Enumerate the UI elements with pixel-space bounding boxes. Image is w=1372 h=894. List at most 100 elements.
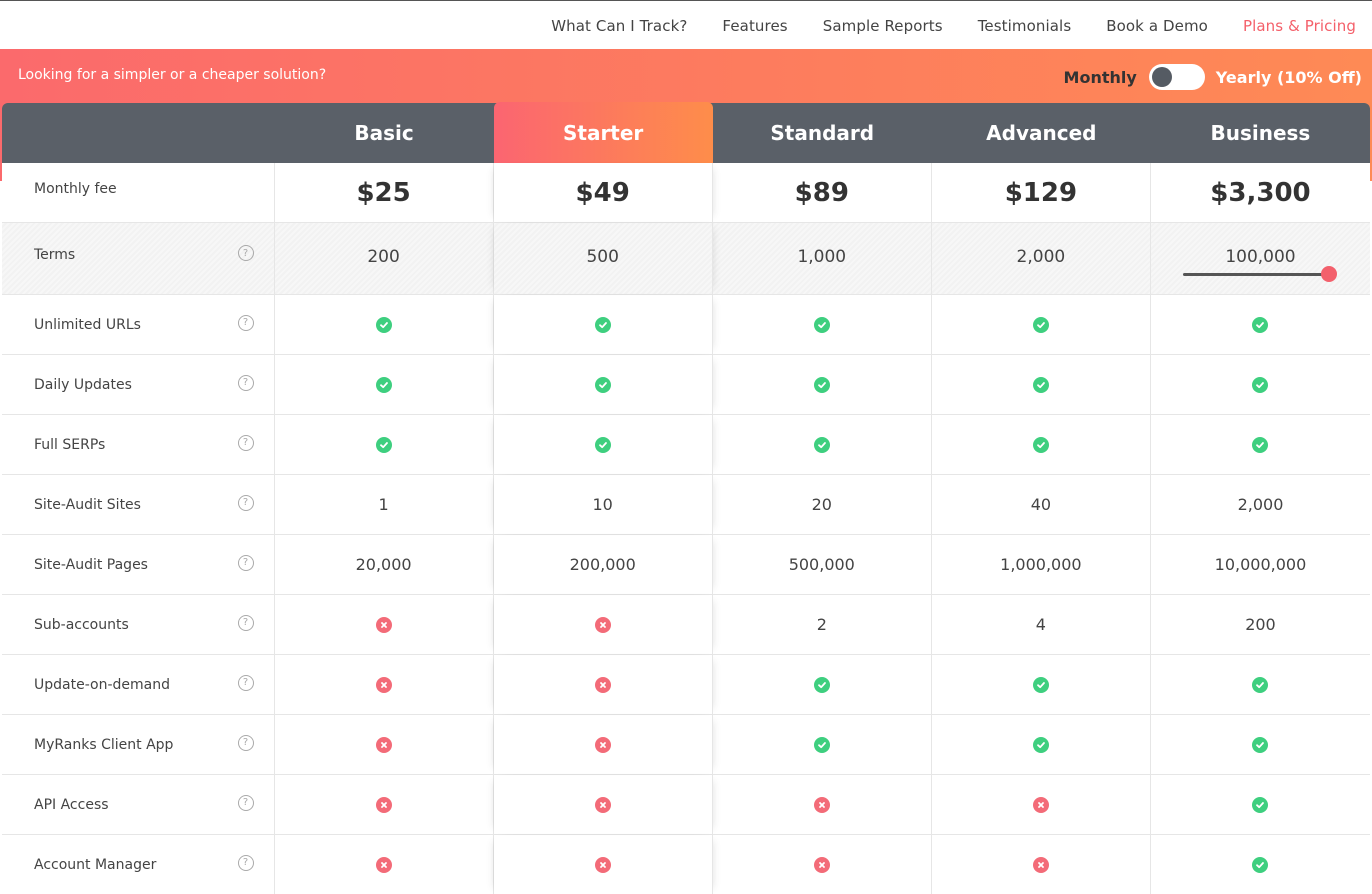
row-label-cell: Monthly fee bbox=[2, 163, 275, 222]
nav-link-5[interactable]: Plans & Pricing bbox=[1243, 17, 1356, 35]
feature-label-api-access: API Access bbox=[34, 796, 109, 813]
plan-cell-starter: 10 bbox=[494, 475, 713, 534]
row-label-cell: Update-on-demand? bbox=[2, 655, 275, 714]
plan-cell-advanced bbox=[932, 835, 1151, 894]
plan-cell-standard: $89 bbox=[713, 163, 932, 222]
pricing-table: Basic Starter Standard Advanced Business Mont… bbox=[2, 102, 1370, 894]
plan-cell-starter bbox=[494, 415, 713, 474]
nav-link-1[interactable]: Features bbox=[722, 17, 787, 35]
plan-cell-business bbox=[1151, 415, 1370, 474]
help-icon[interactable]: ? bbox=[237, 494, 254, 511]
table-row: MyRanks Client App? bbox=[2, 715, 1370, 775]
cell-value: 1,000,000 bbox=[1000, 555, 1082, 574]
help-icon[interactable]: ? bbox=[237, 245, 254, 261]
feature-label-update-on-demand: Update-on-demand bbox=[34, 676, 170, 693]
table-row: Full SERPs? bbox=[2, 415, 1370, 475]
check-icon bbox=[813, 376, 830, 393]
plan-cell-standard bbox=[713, 715, 932, 774]
check-icon bbox=[1252, 796, 1269, 813]
nav-link-2[interactable]: Sample Reports bbox=[823, 17, 943, 35]
plan-cell-starter bbox=[494, 355, 713, 414]
cell-value: 20,000 bbox=[355, 555, 412, 574]
plan-cell-business bbox=[1151, 355, 1370, 414]
help-icon[interactable]: ? bbox=[237, 434, 254, 451]
cell-value: 200,000 bbox=[569, 555, 636, 574]
cross-icon bbox=[375, 856, 392, 873]
cross-icon bbox=[594, 736, 611, 753]
plan-cell-starter bbox=[494, 595, 713, 654]
plan-cell-advanced bbox=[932, 655, 1151, 714]
simpler-solution-link[interactable]: Looking for a simpler or a cheaper solut… bbox=[18, 67, 326, 83]
help-icon[interactable]: ? bbox=[237, 374, 254, 391]
check-icon bbox=[813, 676, 830, 693]
feature-label-site-audit-pages: Site-Audit Pages bbox=[34, 556, 148, 573]
row-label-cell: Site-Audit Sites? bbox=[2, 475, 275, 534]
table-row: Site-Audit Pages? 20,000 200,000 500,000 1,0… bbox=[2, 535, 1370, 595]
plan-cell-advanced: $129 bbox=[932, 163, 1151, 222]
plan-cell-standard: 2 bbox=[713, 595, 932, 654]
billing-period-toggle[interactable] bbox=[1148, 64, 1205, 90]
help-icon[interactable]: ? bbox=[237, 314, 254, 331]
plan-cell-starter bbox=[494, 775, 713, 834]
plan-cell-starter: 200,000 bbox=[494, 535, 713, 594]
check-icon bbox=[1032, 436, 1049, 453]
terms-slider[interactable] bbox=[1182, 266, 1337, 282]
plan-cell-basic bbox=[275, 595, 494, 654]
plan-header-basic: Basic bbox=[354, 121, 414, 145]
plan-cell-business: 2,000 bbox=[1151, 475, 1370, 534]
plan-cell-advanced: 4 bbox=[932, 595, 1151, 654]
plan-cell-starter: $49 bbox=[494, 163, 713, 222]
row-label-cell: Terms? bbox=[2, 223, 275, 294]
cross-icon bbox=[375, 616, 392, 633]
cross-icon bbox=[375, 676, 392, 693]
cell-value: 2,000 bbox=[1016, 247, 1066, 267]
cell-value: $129 bbox=[1004, 177, 1078, 208]
table-row: API Access? bbox=[2, 775, 1370, 835]
plan-cell-starter: 500 bbox=[494, 223, 713, 294]
help-icon[interactable]: ? bbox=[237, 794, 254, 811]
cell-value: 2 bbox=[816, 615, 827, 634]
plan-cell-business bbox=[1151, 655, 1370, 714]
nav-link-3[interactable]: Testimonials bbox=[978, 17, 1072, 35]
cross-icon bbox=[594, 616, 611, 633]
table-row: Sub-accounts? 2 4 200 bbox=[2, 595, 1370, 655]
cross-icon bbox=[813, 856, 830, 873]
check-icon bbox=[1252, 856, 1269, 873]
help-icon[interactable]: ? bbox=[237, 854, 254, 871]
plan-cell-business: 100,000 bbox=[1151, 223, 1370, 294]
feature-label-sub-accounts: Sub-accounts bbox=[34, 616, 129, 633]
feature-label-account-manager: Account Manager bbox=[34, 856, 157, 873]
nav-link-4[interactable]: Book a Demo bbox=[1106, 17, 1208, 35]
row-label-cell: MyRanks Client App? bbox=[2, 715, 275, 774]
slider-thumb[interactable] bbox=[1320, 266, 1337, 282]
cell-value: 1 bbox=[378, 495, 389, 514]
check-icon bbox=[375, 376, 392, 393]
plan-header-advanced: Advanced bbox=[986, 121, 1097, 145]
plan-cell-business: 200 bbox=[1151, 595, 1370, 654]
toggle-knob bbox=[1151, 67, 1172, 87]
plan-cell-basic bbox=[275, 835, 494, 894]
cell-value: $49 bbox=[575, 177, 630, 208]
plan-cell-basic bbox=[275, 355, 494, 414]
cell-value: 200 bbox=[367, 247, 400, 267]
plan-cell-advanced bbox=[932, 355, 1151, 414]
top-navigation: What Can I Track? Features Sample Reports T… bbox=[0, 0, 1372, 49]
plan-header-row: Basic Starter Standard Advanced Business bbox=[2, 102, 1370, 163]
help-icon[interactable]: ? bbox=[237, 614, 254, 631]
plan-cell-advanced: 40 bbox=[932, 475, 1151, 534]
plan-cell-business bbox=[1151, 835, 1370, 894]
help-icon[interactable]: ? bbox=[237, 734, 254, 751]
table-row: Unlimited URLs? bbox=[2, 295, 1370, 355]
yearly-label[interactable]: Yearly (10% Off) bbox=[1216, 68, 1362, 87]
help-icon[interactable]: ? bbox=[237, 554, 254, 571]
monthly-label[interactable]: Monthly bbox=[1064, 68, 1137, 87]
plan-cell-basic bbox=[275, 655, 494, 714]
help-icon[interactable]: ? bbox=[237, 674, 254, 691]
feature-label-site-audit-sites: Site-Audit Sites bbox=[34, 496, 141, 513]
plan-cell-standard bbox=[713, 835, 932, 894]
nav-link-0[interactable]: What Can I Track? bbox=[551, 17, 687, 35]
check-icon bbox=[1252, 316, 1269, 333]
cell-value: 40 bbox=[1030, 495, 1052, 514]
check-icon bbox=[375, 436, 392, 453]
check-icon bbox=[594, 376, 611, 393]
